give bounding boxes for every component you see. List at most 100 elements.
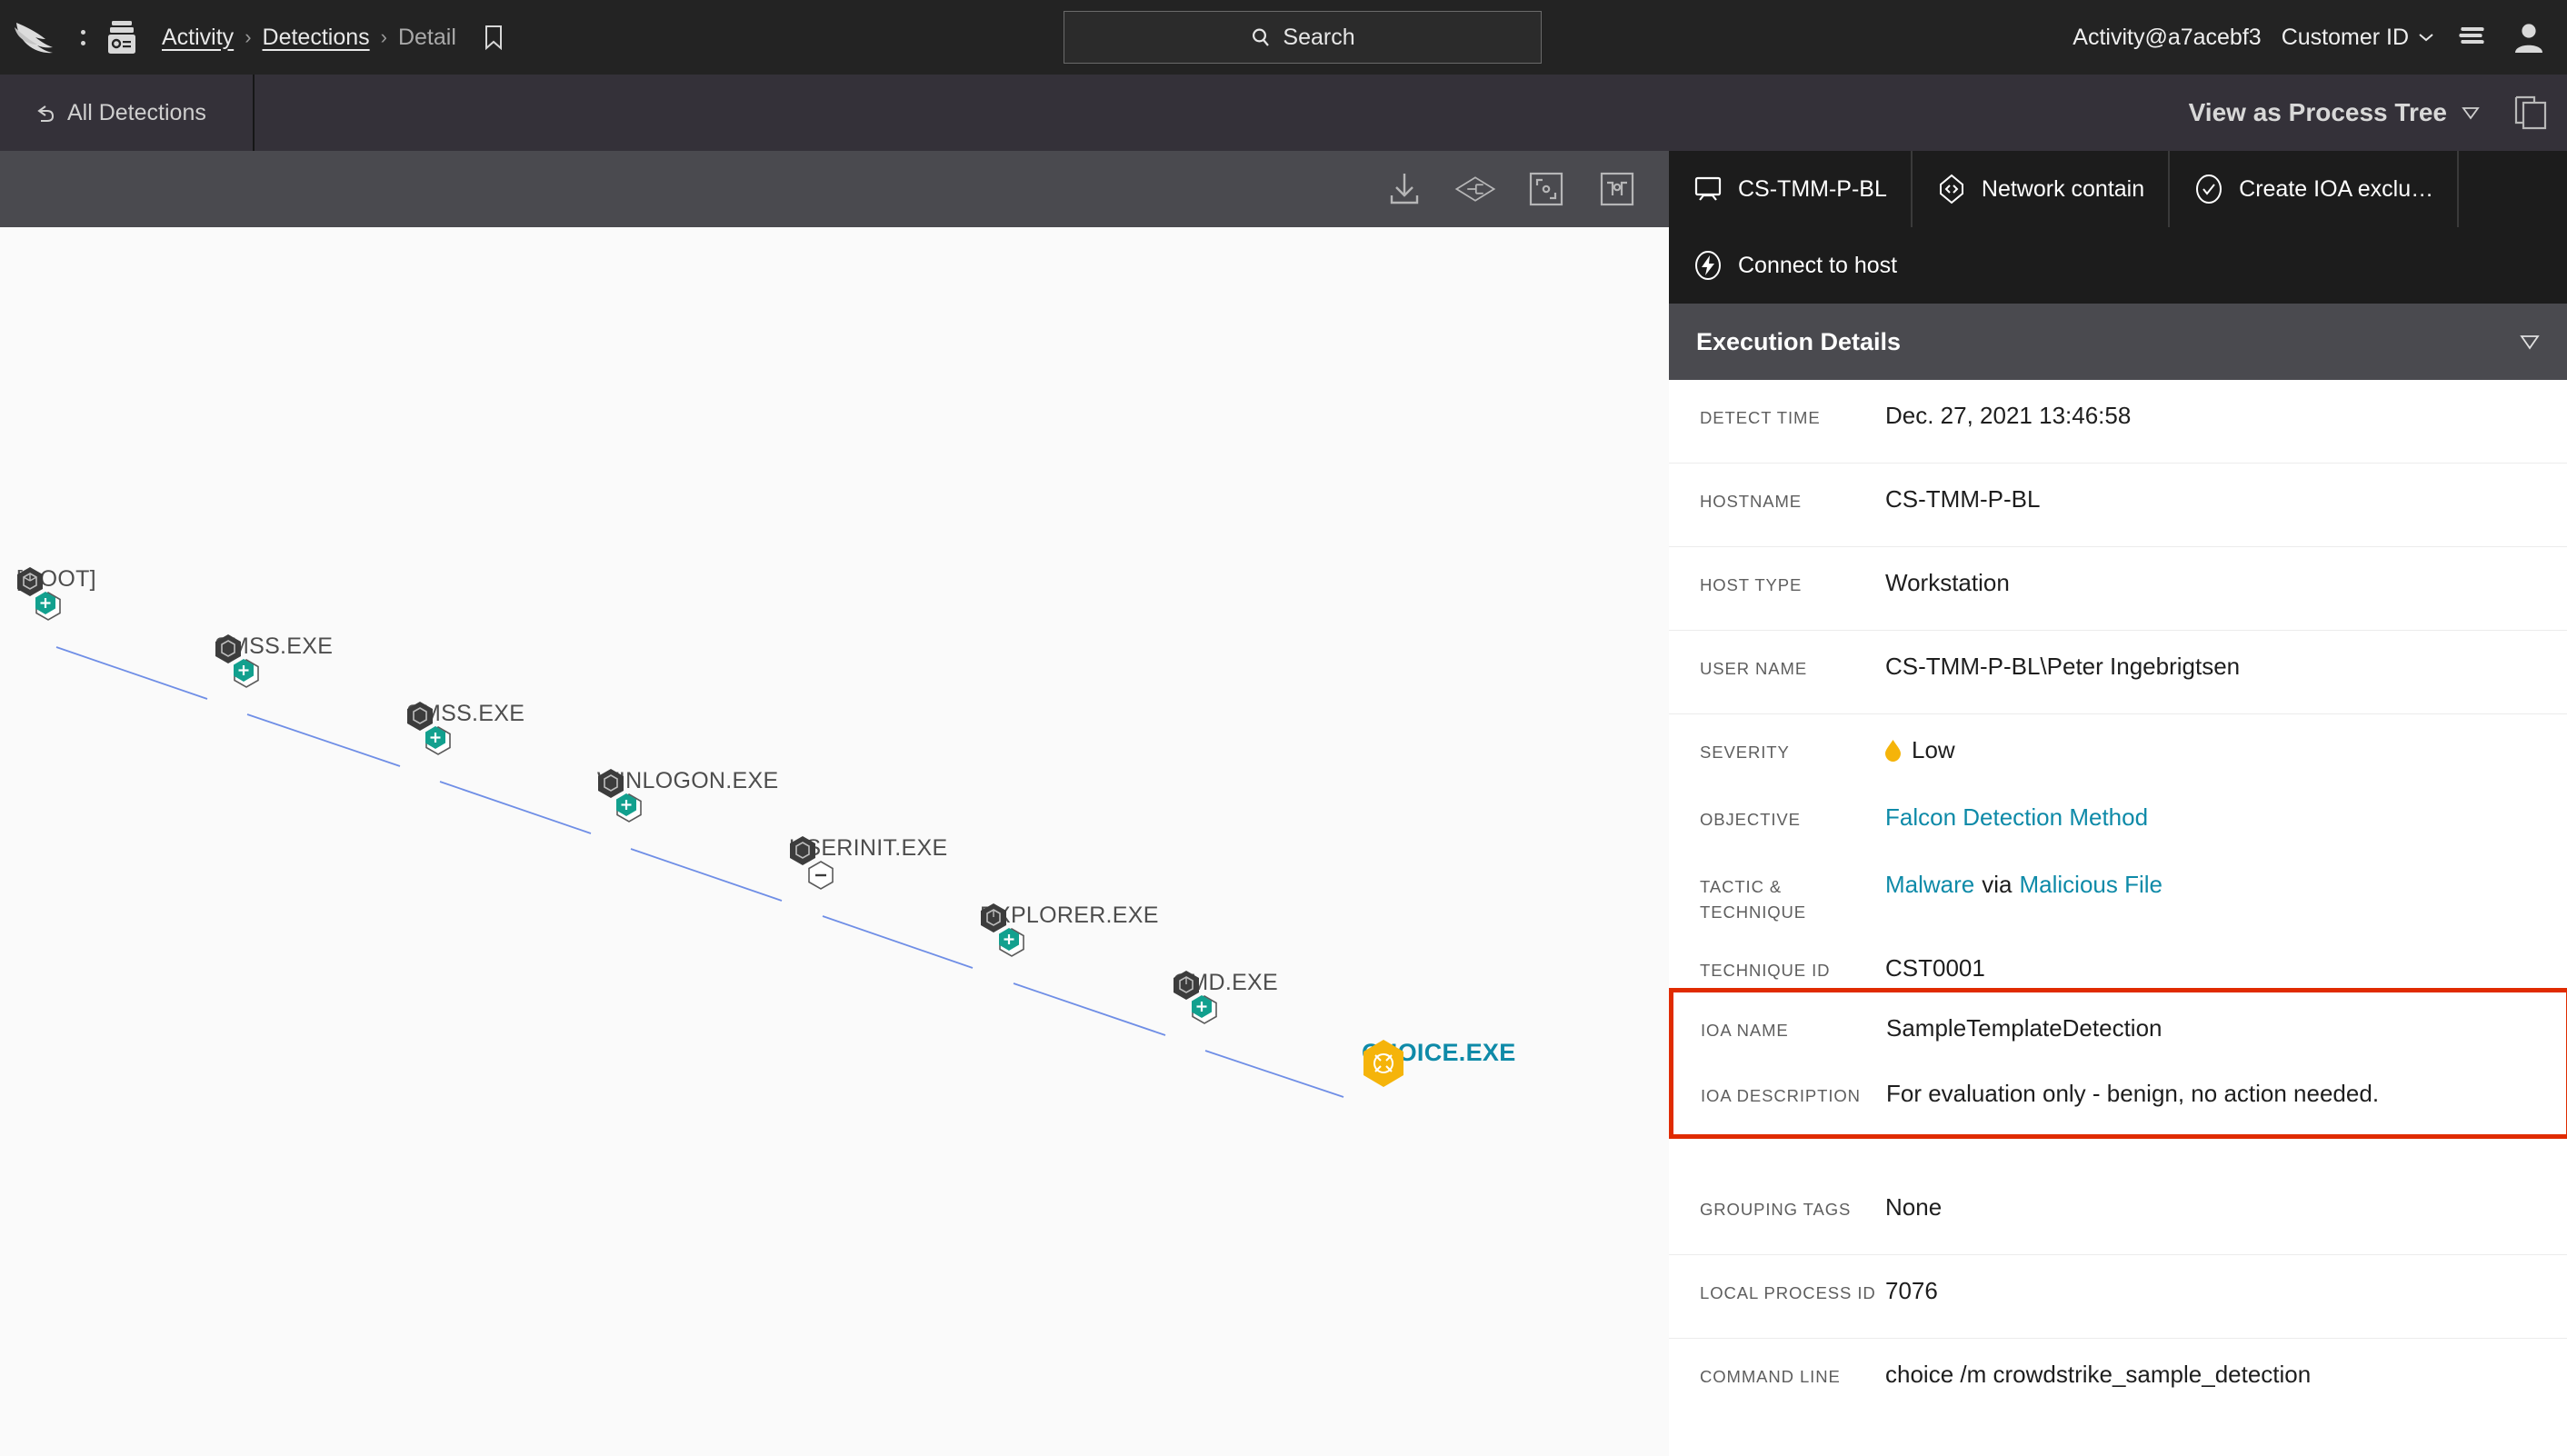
field-value: Low [1885,734,1955,766]
copy-icon[interactable] [2512,94,2549,132]
process-node-smss-2[interactable]: SMSS.EXE [406,701,524,731]
field-value: Malware via Malicious File [1885,869,2162,901]
field-detect-time: DETECT TIME Dec. 27, 2021 13:46:58 [1669,380,2567,464]
top-navigation-bar: Activity › Detections › Detail Search Ac… [0,0,2567,75]
bookmark-icon[interactable] [484,25,504,50]
breadcrumb-separator: › [380,25,387,48]
network-contain-icon [1939,174,1963,204]
process-tree-canvas[interactable]: [ROOT] SMSS.EXE SMSS.EXE WINLOGON.EXE US… [0,227,1669,1456]
user-avatar-icon[interactable] [2511,19,2547,55]
expand-plus-icon[interactable] [425,725,446,750]
field-key: DETECT TIME [1700,408,1821,427]
crowdstrike-falcon-logo[interactable] [13,17,69,57]
field-value: SampleTemplateDetection [1886,1013,2162,1042]
breadcrumb-item-detections[interactable]: Detections [263,25,370,51]
section-title: Execution Details [1696,327,1902,355]
expand-layout-icon[interactable] [1596,168,1638,210]
field-local-process-id: LOCAL PROCESS ID 7076 [1669,1255,2567,1339]
field-value: choice /m crowdstrike_sample_detection [1885,1360,2312,1388]
action-label: Network contain [1981,175,2145,202]
process-node-smss-1[interactable]: SMSS.EXE [215,633,333,663]
triangle-down-icon[interactable] [2520,334,2540,350]
process-node-choice-detection[interactable]: CHOICE.EXE [1362,1039,1516,1087]
all-detections-back-button[interactable]: All Detections [0,75,253,151]
collapse-minus-icon[interactable] [807,860,834,891]
field-key: IOA DESCRIPTION [1701,1085,1861,1105]
kebab-menu-icon[interactable] [69,17,96,57]
action-create-ioa-exclusion[interactable]: Create IOA exclu… [2170,151,2460,227]
field-value: Falcon Detection Method [1885,802,2148,833]
process-node-winlogon[interactable]: WINLOGON.EXE [597,768,778,798]
customer-id-selector[interactable]: Customer ID [2282,25,2434,51]
field-ioa-name: IOA NAME SampleTemplateDetection [1673,992,2566,1071]
field-tactic-technique: TACTIC & TECHNIQUE Malware via Malicious F… [1669,849,2567,932]
field-grouping-tags: GROUPING TAGS None [1669,1172,2567,1255]
field-key: HOST TYPE [1700,575,1803,594]
search-container: Search [1064,11,1542,64]
tactic-link[interactable]: Malware [1885,871,1974,898]
lightning-bolt-icon [1695,251,1721,280]
falcon-detection-detail-page: Activity › Detections › Detail Search Ac… [0,0,2567,1456]
field-value: Dec. 27, 2021 13:46:58 [1885,402,2132,429]
objective-link[interactable]: Falcon Detection Method [1885,803,2148,831]
process-node-explorer[interactable]: EXPLORER.EXE [980,903,1159,932]
field-key: HOSTNAME [1700,492,1803,511]
process-node-root[interactable]: [ROOT] [16,566,96,596]
chevron-down-icon [2419,34,2433,42]
subheader-divider [253,75,255,151]
field-command-line: COMMAND LINE choice /m crowdstrike_sampl… [1669,1339,2567,1422]
search-input[interactable]: Search [1064,11,1542,64]
check-circle-icon [2196,175,2222,204]
process-node-cmd[interactable]: CMD.EXE [1173,970,1278,1000]
field-value: CS-TMM-P-BL\Peter Ingebrigtsen [1885,653,2241,680]
action-bar: CS-TMM-P-BL Network contain Create IOA e… [1669,151,2567,304]
customer-id-label: Customer ID [2281,24,2409,50]
action-connect-to-host[interactable]: Connect to host [1669,227,2567,304]
search-icon [1253,28,1270,46]
breadcrumb: Activity › Detections › Detail [162,25,504,51]
action-network-contain[interactable]: Network contain [1913,151,2171,227]
breadcrumb-item-activity[interactable]: Activity [162,25,234,51]
status-badge: Low [1912,736,1955,763]
sub-header-bar: All Detections View as Process Tree [0,75,2567,151]
action-host-cs-tmm-p-bl[interactable]: CS-TMM-P-BL [1669,151,1913,227]
field-key: IOA NAME [1701,1020,1789,1040]
field-key: SEVERITY [1700,743,1790,762]
field-key: OBJECTIVE [1700,810,1801,829]
expand-plus-icon[interactable] [35,591,56,615]
field-value: CST0001 [1885,953,1985,982]
execution-details-fields: DETECT TIME Dec. 27, 2021 13:46:58 HOSTN… [1669,380,2567,1422]
via-text: via [1982,871,2013,898]
expand-plus-icon[interactable] [233,658,255,683]
field-user-name: USER NAME CS-TMM-P-BL\Peter Ingebrigtsen [1669,631,2567,714]
field-value: For evaluation only - benign, no action … [1886,1079,2380,1107]
app-launcher-icon[interactable] [104,17,140,57]
field-hostname: HOSTNAME CS-TMM-P-BL [1669,464,2567,547]
field-ioa-description: IOA DESCRIPTION For evaluation only - be… [1673,1071,2566,1134]
stacked-layers-icon[interactable] [2454,19,2491,55]
search-placeholder-text: Search [1283,24,1355,50]
download-icon[interactable] [1383,168,1425,210]
technique-link[interactable]: Malicious File [2020,871,2163,898]
action-label: Create IOA exclu… [2239,175,2434,202]
expand-plus-icon[interactable] [615,793,637,817]
tree-layout-icon[interactable] [1454,168,1496,210]
detection-detail-panel: CS-TMM-P-BL Network contain Create IOA e… [1669,151,2567,1456]
field-value: None [1885,1192,1943,1221]
expand-plus-icon[interactable] [998,927,1020,952]
view-as-process-tree-button[interactable]: View as Process Tree [2189,98,2447,127]
field-key: TACTIC & TECHNIQUE [1700,877,1807,922]
breadcrumb-item-detail: Detail [397,24,456,50]
account-label: Activity@a7acebf3 [2073,24,2262,50]
top-nav-right-cluster: Activity@a7acebf3 Customer ID [2073,0,2567,75]
triangle-down-icon[interactable] [2462,105,2480,120]
expand-plus-icon[interactable] [1191,994,1213,1019]
detection-hex-icon [1363,1040,1403,1087]
zoom-to-fit-icon[interactable] [1525,168,1567,210]
field-value: 7076 [1885,1276,1938,1304]
process-node-userinit[interactable]: USERINIT.EXE [789,835,947,865]
field-technique-id: TECHNIQUE ID CST0001 [1669,932,2567,988]
execution-details-header: Execution Details [1669,304,2567,380]
field-key: USER NAME [1700,659,1808,678]
